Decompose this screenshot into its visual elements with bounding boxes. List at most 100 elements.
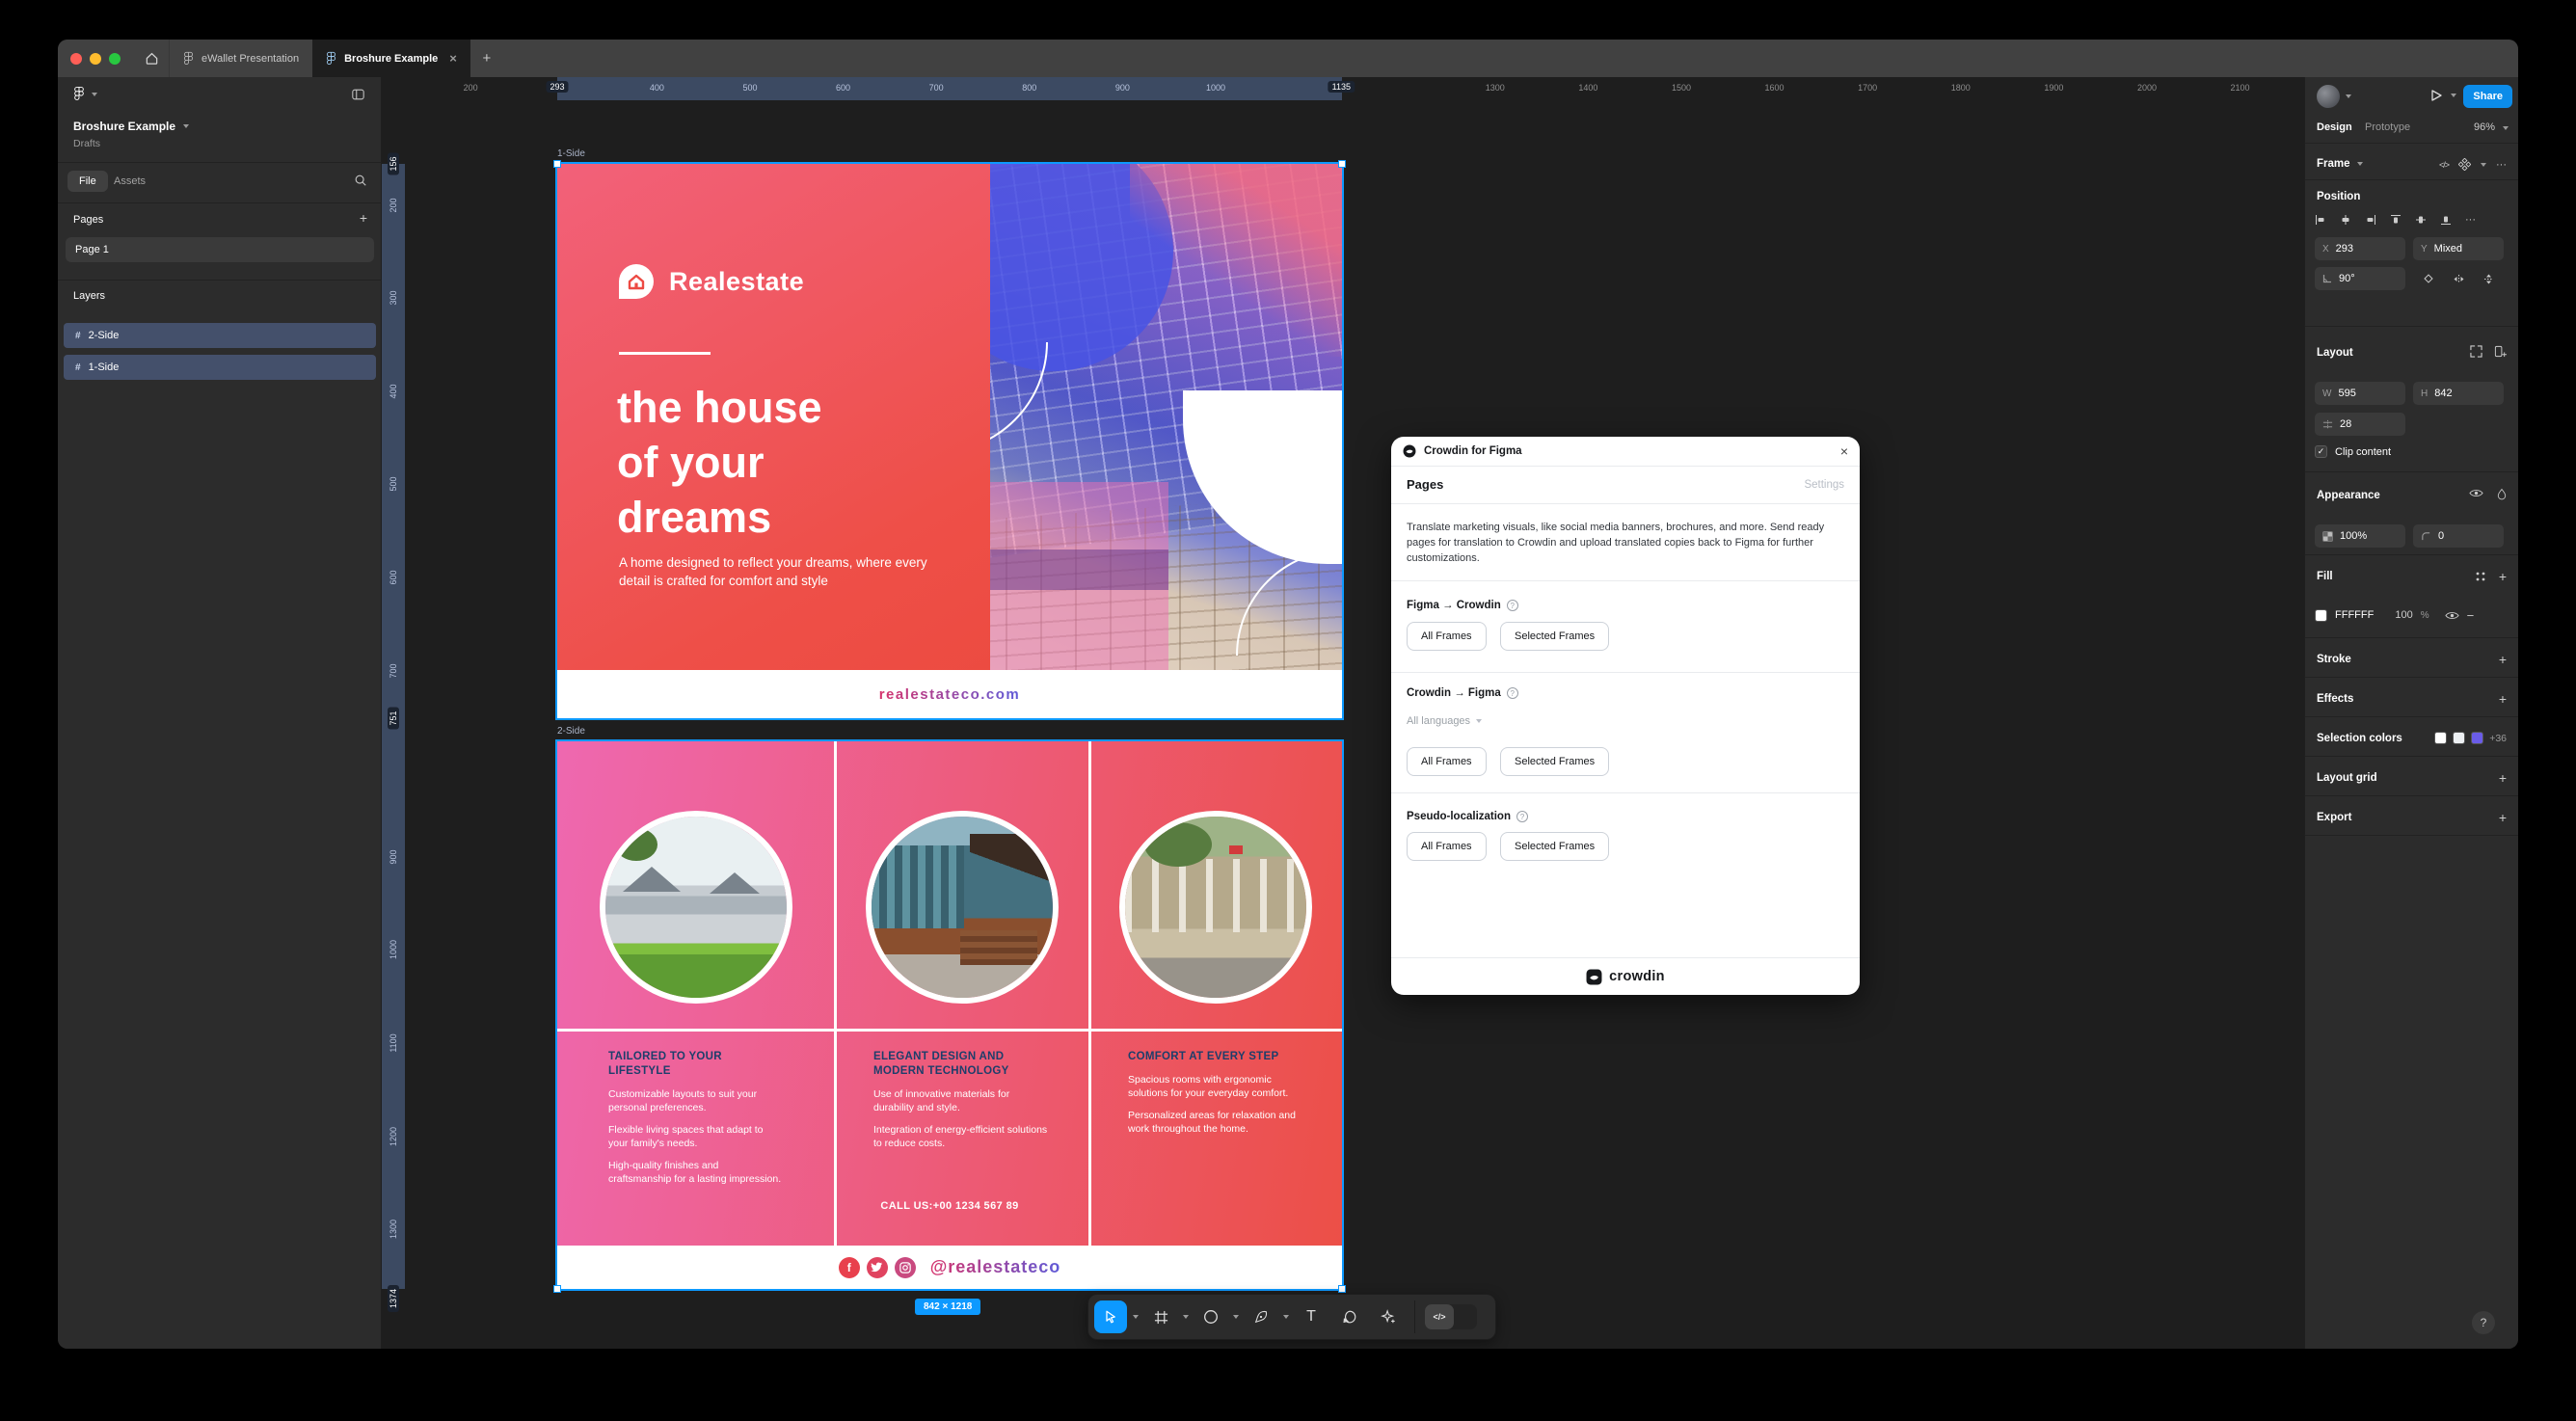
- flip-vertical-icon[interactable]: [2483, 273, 2494, 285]
- shape-tool[interactable]: [1194, 1300, 1227, 1333]
- chevron-down-icon[interactable]: [2356, 162, 2363, 166]
- file-name[interactable]: Broshure Example: [73, 120, 175, 133]
- rotation-input[interactable]: 90°: [2315, 267, 2405, 290]
- selection-handle[interactable]: [1338, 160, 1346, 168]
- tab-design[interactable]: Design: [2317, 121, 2352, 133]
- more-icon[interactable]: ···: [2465, 214, 2476, 226]
- opacity-input[interactable]: 100%: [2315, 524, 2405, 548]
- figma-menu-icon[interactable]: [73, 86, 85, 102]
- help-icon[interactable]: ?: [1506, 687, 1518, 699]
- chevron-down-icon[interactable]: [2451, 94, 2456, 97]
- tab-broshure-example[interactable]: Broshure Example ×: [312, 40, 470, 77]
- help-button[interactable]: ?: [2472, 1311, 2495, 1334]
- fill-row[interactable]: FFFFFF 100 % −: [2315, 603, 2509, 627]
- gap-input[interactable]: 28: [2315, 413, 2405, 436]
- chevron-down-icon[interactable]: [1133, 1315, 1139, 1319]
- selection-handle[interactable]: [553, 1285, 561, 1293]
- add-page-button[interactable]: +: [360, 210, 367, 226]
- add-layout-grid-icon[interactable]: +: [2499, 770, 2507, 786]
- selection-color-swatch[interactable]: [2453, 732, 2466, 744]
- frame-tool[interactable]: [1144, 1300, 1177, 1333]
- actions-tool[interactable]: [1372, 1300, 1405, 1333]
- zoom-level[interactable]: 96%: [2474, 121, 2495, 133]
- chevron-down-icon[interactable]: [1233, 1315, 1239, 1319]
- help-icon[interactable]: ?: [1516, 811, 1528, 822]
- chevron-down-icon[interactable]: [1283, 1315, 1289, 1319]
- canvas[interactable]: 200 293 400 500 600 700 800 900 1000 1135 1300 1400…: [382, 77, 2304, 1349]
- selection-color-swatch[interactable]: [2471, 732, 2484, 744]
- frame-2-side[interactable]: TAILORED TO YOUR LIFESTYLE Customizable …: [555, 739, 1344, 1291]
- align-v-center-icon[interactable]: [2415, 214, 2427, 226]
- chevron-down-icon[interactable]: [183, 124, 190, 128]
- search-icon[interactable]: [354, 174, 367, 187]
- component-icon[interactable]: [2458, 158, 2471, 171]
- add-effect-icon[interactable]: +: [2499, 691, 2507, 707]
- comment-tool[interactable]: [1333, 1300, 1366, 1333]
- checkbox-checked-icon[interactable]: ✓: [2315, 445, 2327, 458]
- align-left-icon[interactable]: [2315, 214, 2326, 226]
- sidebar-tab-file[interactable]: File: [67, 171, 108, 192]
- minimize-window-button[interactable]: [90, 53, 101, 65]
- clip-content-row[interactable]: ✓ Clip content: [2315, 445, 2391, 458]
- new-tab-button[interactable]: +: [470, 40, 503, 77]
- dialog-settings-link[interactable]: Settings: [1804, 479, 1844, 491]
- tab-ewallet-presentation[interactable]: eWallet Presentation: [169, 40, 312, 77]
- close-tab-icon[interactable]: ×: [449, 51, 457, 66]
- pen-tool[interactable]: [1245, 1300, 1277, 1333]
- maximize-window-button[interactable]: [109, 53, 121, 65]
- remove-fill-icon[interactable]: −: [2467, 608, 2475, 623]
- avatar[interactable]: [2317, 85, 2340, 108]
- selected-frames-button[interactable]: Selected Frames: [1500, 747, 1610, 776]
- frame-1-side[interactable]: Realestate the house of your dreams A ho…: [555, 162, 1344, 720]
- height-input[interactable]: H 842: [2413, 382, 2504, 405]
- chevron-down-icon[interactable]: [2346, 94, 2351, 98]
- move-tool[interactable]: [1094, 1300, 1127, 1333]
- share-button[interactable]: Share: [2463, 85, 2512, 108]
- all-languages-dropdown[interactable]: All languages: [1407, 715, 1470, 727]
- home-button[interactable]: [134, 40, 169, 77]
- tab-prototype[interactable]: Prototype: [2365, 121, 2410, 133]
- frame2-label[interactable]: 2-Side: [557, 726, 585, 737]
- selection-handle[interactable]: [553, 160, 561, 168]
- chevron-down-icon[interactable]: [2503, 126, 2509, 130]
- all-frames-button[interactable]: All Frames: [1407, 622, 1487, 651]
- corner-radius-input[interactable]: 0: [2413, 524, 2504, 548]
- y-position-input[interactable]: Y Mixed: [2413, 237, 2504, 260]
- align-right-icon[interactable]: [2365, 214, 2376, 226]
- eye-icon[interactable]: [2444, 610, 2459, 621]
- chevron-down-icon[interactable]: [1183, 1315, 1189, 1319]
- layer-row-2-side[interactable]: # 2-Side: [64, 323, 376, 348]
- add-export-icon[interactable]: +: [2499, 810, 2507, 825]
- all-frames-button[interactable]: All Frames: [1407, 747, 1487, 776]
- all-frames-button[interactable]: All Frames: [1407, 832, 1487, 861]
- close-icon[interactable]: ×: [1840, 443, 1848, 459]
- selection-type[interactable]: Frame: [2317, 158, 2350, 170]
- styles-icon[interactable]: [2475, 571, 2486, 582]
- blend-drop-icon[interactable]: [2497, 488, 2507, 500]
- align-bottom-icon[interactable]: [2440, 214, 2452, 226]
- rotate-icon[interactable]: [2423, 273, 2434, 284]
- align-h-center-icon[interactable]: [2340, 214, 2351, 226]
- more-icon[interactable]: ···: [2496, 159, 2507, 171]
- frame1-label[interactable]: 1-Side: [557, 148, 585, 159]
- sidebar-tab-assets[interactable]: Assets: [114, 175, 146, 187]
- chevron-down-icon[interactable]: [92, 92, 97, 96]
- close-window-button[interactable]: [70, 53, 82, 65]
- add-stroke-icon[interactable]: +: [2499, 652, 2507, 667]
- more-colors-count[interactable]: +36: [2489, 733, 2507, 744]
- add-fill-icon[interactable]: +: [2499, 569, 2507, 584]
- align-top-icon[interactable]: [2390, 214, 2402, 226]
- help-icon[interactable]: ?: [1506, 600, 1518, 611]
- resize-icon[interactable]: [2470, 345, 2482, 358]
- code-icon[interactable]: </>: [2439, 160, 2450, 170]
- selection-color-swatch[interactable]: [2434, 732, 2448, 744]
- fill-swatch[interactable]: [2315, 608, 2327, 622]
- text-tool[interactable]: T: [1295, 1300, 1328, 1333]
- traffic-lights[interactable]: [58, 40, 134, 77]
- selected-frames-button[interactable]: Selected Frames: [1500, 622, 1610, 651]
- toggle-sidebar-icon[interactable]: [351, 88, 365, 101]
- dev-mode-toggle[interactable]: </>: [1425, 1304, 1477, 1329]
- present-icon[interactable]: [2429, 89, 2443, 102]
- x-position-input[interactable]: X 293: [2315, 237, 2405, 260]
- selected-frames-button[interactable]: Selected Frames: [1500, 832, 1610, 861]
